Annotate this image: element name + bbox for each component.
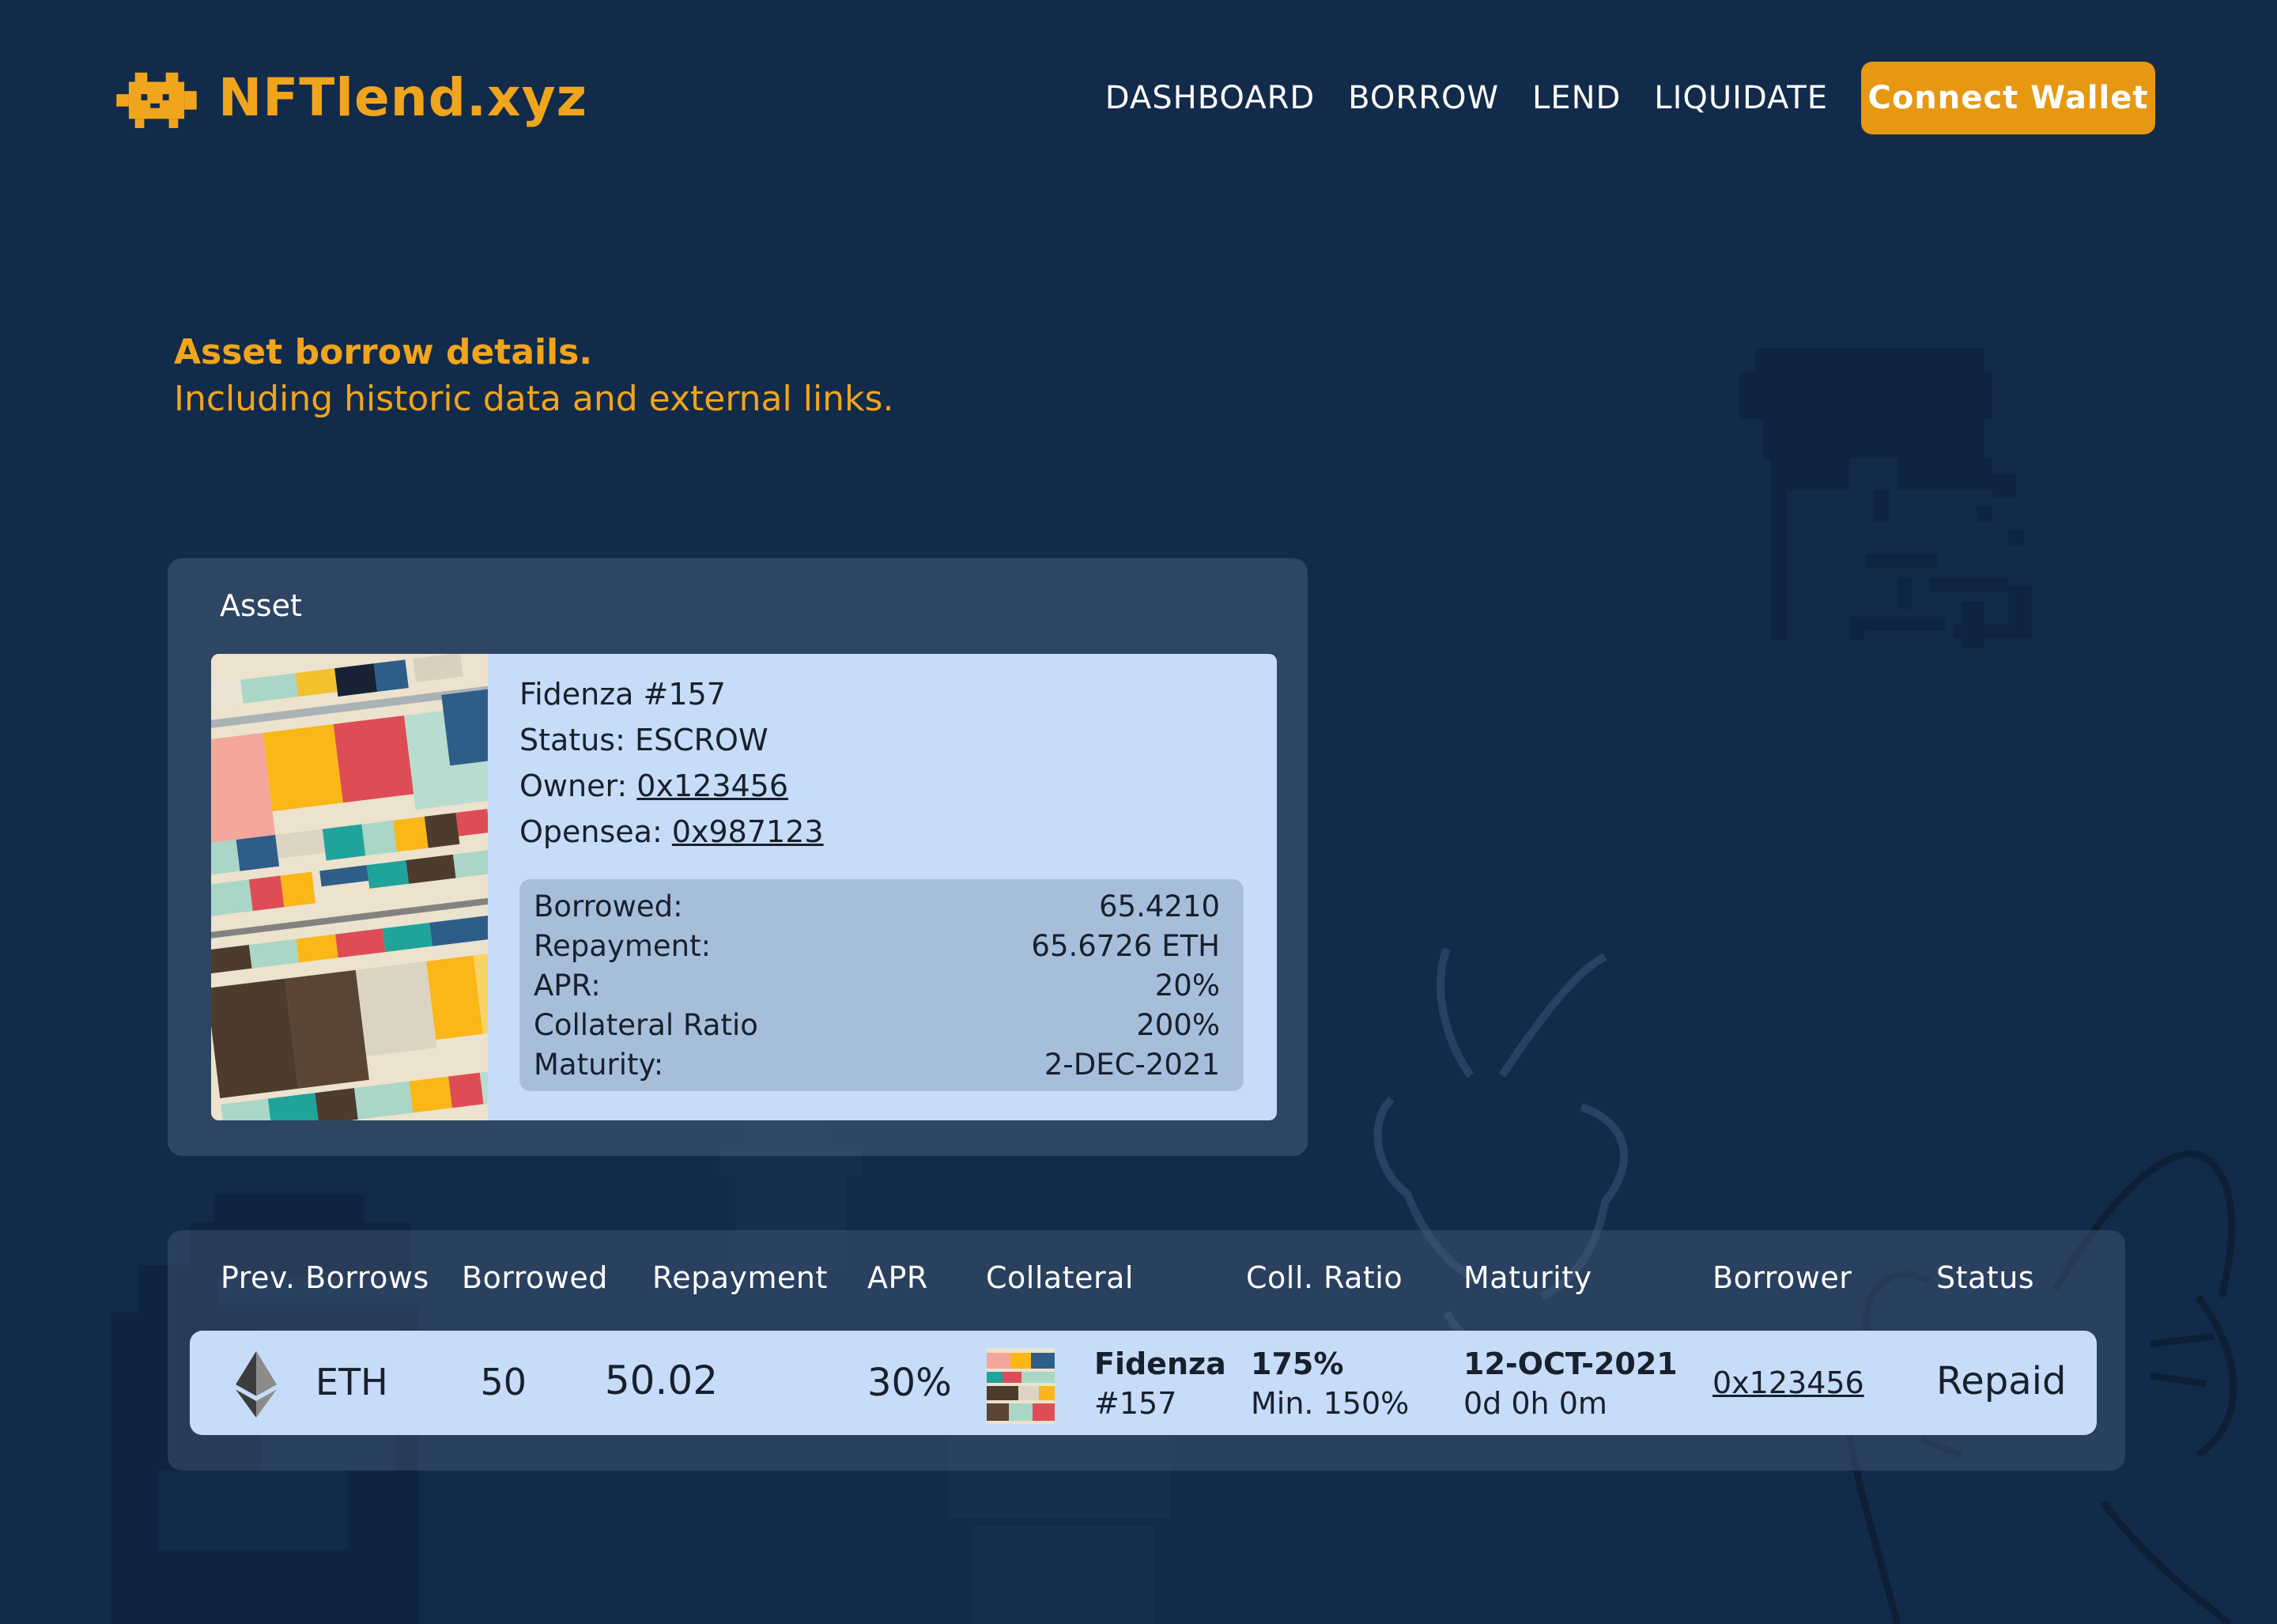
nav-lend[interactable]: LEND [1532, 80, 1621, 116]
brand-name: NFTlend.xyz [218, 66, 588, 128]
stat-value: 20% [1154, 969, 1220, 1003]
stat-borrowed: Borrowed: 65.4210 [534, 887, 1220, 927]
stat-label: Borrowed: [534, 889, 683, 923]
brand-logo[interactable]: NFTlend.xyz [115, 66, 587, 128]
asset-section-label: Asset [220, 588, 302, 623]
collateral-thumbnail[interactable] [987, 1348, 1055, 1424]
stat-collateral-ratio: Collateral Ratio 200% [534, 1006, 1220, 1045]
col-header-prev-borrows: Prev. Borrows [221, 1260, 429, 1295]
asset-status-label: Status: [519, 723, 635, 757]
connect-wallet-button[interactable]: Connect Wallet [1861, 62, 2155, 134]
previous-borrows-table: Prev. Borrows Borrowed Repayment APR Col… [168, 1230, 2125, 1471]
stat-label: APR: [534, 969, 601, 1003]
row-coll-min: Min. 150% [1251, 1386, 1410, 1421]
asset-owner: Owner: 0x123456 [519, 763, 824, 809]
page-subtitle: Including historic data and external lin… [174, 379, 894, 419]
col-header-maturity: Maturity [1463, 1260, 1592, 1295]
stat-repayment: Repayment: 65.6726 ETH [534, 927, 1220, 966]
stat-maturity: Maturity: 2-DEC-2021 [534, 1045, 1220, 1085]
page-title: Asset borrow details. [174, 332, 593, 372]
logo-cat-icon [116, 72, 197, 128]
asset-owner-label: Owner: [519, 769, 637, 803]
asset-name: Fidenza #157 [519, 677, 726, 712]
stat-label: Repayment: [534, 929, 712, 963]
nft-artwork-image[interactable] [211, 654, 488, 1120]
col-header-borrower: Borrower [1712, 1260, 1852, 1295]
row-apr: 30% [867, 1361, 952, 1405]
stat-value: 2-DEC-2021 [1044, 1048, 1220, 1082]
main-nav: DASHBOARD BORROW LEND LIQUIDATE Connect … [1105, 62, 2155, 134]
row-collateral-id: #157 [1094, 1386, 1177, 1421]
col-header-coll-ratio: Coll. Ratio [1246, 1260, 1403, 1295]
asset-info: Fidenza #157 Status: ESCROW Owner: 0x123… [519, 671, 824, 855]
row-repayment: 50.02 [604, 1358, 718, 1403]
col-header-apr: APR [867, 1260, 928, 1295]
row-status: Repaid [1936, 1359, 2067, 1403]
asset-panel: Asset Fidenza #157 Status: ESCROW Owner:… [168, 558, 1308, 1156]
opensea-link[interactable]: 0x987123 [672, 814, 824, 849]
stat-label: Maturity: [534, 1048, 664, 1082]
row-maturity-left: 0d 0h 0m [1463, 1386, 1607, 1421]
owner-address-link[interactable]: 0x123456 [636, 769, 788, 803]
nav-dashboard[interactable]: DASHBOARD [1105, 80, 1315, 116]
col-header-repayment: Repayment [652, 1260, 828, 1295]
page-heading: Asset borrow details. Including historic… [174, 332, 893, 419]
nav-borrow[interactable]: BORROW [1348, 80, 1499, 116]
asset-opensea: Opensea: 0x987123 [519, 809, 824, 855]
ethereum-icon [236, 1351, 277, 1418]
col-header-borrowed: Borrowed [462, 1260, 608, 1295]
page: NFTlend.xyz DASHBOARD BORROW LEND LIQUID… [0, 0, 2277, 1624]
borrow-stats: Borrowed: 65.4210 Repayment: 65.6726 ETH A… [519, 879, 1244, 1091]
table-row[interactable]: ETH 50 50.02 30% Fidenza #157 175% Min. … [190, 1331, 2097, 1435]
row-currency: ETH [315, 1361, 388, 1403]
col-header-status: Status [1936, 1260, 2035, 1295]
borrower-address-link[interactable]: 0x123456 [1712, 1365, 1864, 1400]
nav-liquidate[interactable]: LIQUIDATE [1654, 80, 1828, 116]
row-coll-ratio: 175% [1251, 1346, 1344, 1381]
stat-apr: APR: 20% [534, 966, 1220, 1006]
asset-opensea-label: Opensea: [519, 814, 672, 849]
asset-details-card: Fidenza #157 Status: ESCROW Owner: 0x123… [211, 654, 1277, 1120]
asset-status-value: ESCROW [634, 723, 768, 757]
row-maturity: 12-OCT-2021 [1463, 1346, 1678, 1381]
col-header-collateral: Collateral [986, 1260, 1134, 1295]
stat-value: 65.4210 [1098, 889, 1220, 923]
stat-label: Collateral Ratio [534, 1008, 758, 1042]
pixel-punk-top-right [1739, 348, 2032, 648]
stat-value: 200% [1136, 1008, 1220, 1042]
asset-status: Status: ESCROW [519, 717, 824, 763]
stat-value: 65.6726 ETH [1031, 929, 1220, 963]
row-borrowed: 50 [480, 1361, 527, 1403]
row-collateral-name: Fidenza [1094, 1346, 1226, 1381]
